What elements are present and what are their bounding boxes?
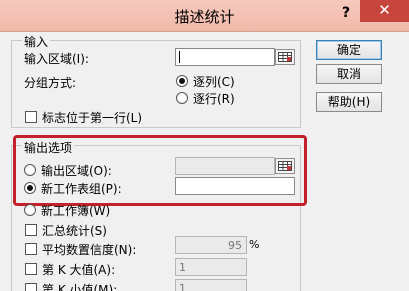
range-select-icon [278, 52, 292, 62]
summary-statistics-checkbox[interactable] [25, 224, 37, 236]
kth-smallest-checkbox[interactable] [25, 283, 37, 291]
confidence-unit: % [249, 238, 260, 251]
kth-largest-input[interactable] [176, 259, 246, 275]
confidence-input[interactable] [176, 237, 246, 253]
input-section-heading: 输入 [22, 33, 51, 50]
kth-smallest-label[interactable]: 第 K 小值(M): [42, 281, 117, 291]
help-icon[interactable]: ? [336, 3, 356, 23]
input-range-input[interactable] [176, 49, 274, 65]
kth-largest-field[interactable] [175, 258, 247, 276]
group-by-label: 分组方式: [24, 76, 77, 90]
close-button[interactable]: ✕ [360, 0, 409, 22]
kth-smallest-input[interactable] [176, 280, 246, 291]
input-range-label: 输入区域(I): [24, 52, 89, 66]
highlight-box [13, 135, 307, 206]
summary-statistics-label[interactable]: 汇总统计(S) [42, 222, 107, 239]
labels-first-row-checkbox[interactable] [25, 111, 37, 123]
labels-first-row-label[interactable]: 标志位于第一行(L) [42, 109, 142, 126]
radio-by-columns-label[interactable]: 逐列(C) [193, 73, 235, 90]
confidence-checkbox[interactable] [25, 243, 37, 255]
kth-largest-checkbox[interactable] [25, 263, 37, 275]
input-range-field[interactable] [175, 48, 275, 66]
kth-largest-label[interactable]: 第 K 大值(A): [42, 261, 115, 278]
confidence-label[interactable]: 平均数置信度(N): [42, 241, 136, 258]
input-range-ref-button[interactable] [275, 49, 295, 65]
cancel-button[interactable]: 取消 [316, 64, 382, 84]
title-bar: 描述统计 ? ✕ [0, 0, 409, 32]
kth-smallest-field[interactable] [175, 279, 247, 291]
confidence-field[interactable] [175, 236, 247, 254]
radio-by-rows-label[interactable]: 逐行(R) [193, 90, 235, 107]
radio-new-workbook[interactable] [24, 204, 36, 216]
help-button[interactable]: 帮助(H) [316, 92, 382, 112]
radio-by-rows[interactable] [176, 92, 188, 104]
ok-button[interactable]: 确定 [316, 40, 382, 60]
radio-by-columns[interactable] [176, 75, 188, 87]
new-workbook-label[interactable]: 新工作簿(W) [41, 202, 110, 219]
